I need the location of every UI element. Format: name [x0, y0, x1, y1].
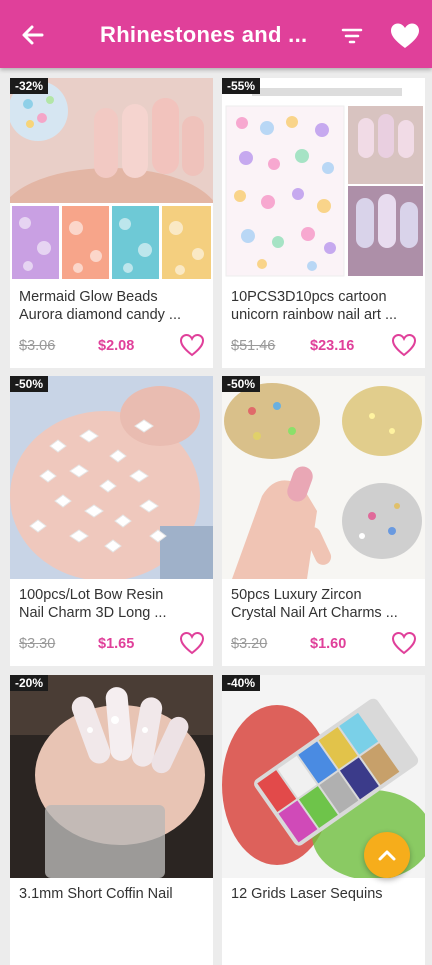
- product-name: 10PCS3D10pcs cartoon unicorn rainbow nai…: [231, 289, 398, 323]
- sale-price: $23.16: [310, 338, 355, 354]
- product-card[interactable]: -40% 12 Grids Laser Sequins: [222, 675, 425, 965]
- product-card[interactable]: -50% 100pcs/Lot Bow Resin Nail Charm 3D …: [10, 376, 213, 666]
- product-image: [222, 78, 425, 281]
- product-image: [10, 675, 213, 878]
- filter-icon[interactable]: [340, 24, 364, 48]
- page-title: Rhinestones and ...: [100, 22, 308, 47]
- heart-outline-icon[interactable]: [179, 631, 205, 655]
- heart-outline-icon[interactable]: [179, 333, 205, 357]
- original-price: $3.30: [19, 636, 56, 652]
- product-image: [10, 376, 213, 579]
- sale-price: $1.60: [310, 636, 347, 652]
- chevron-up-icon: [378, 850, 396, 861]
- product-name: 12 Grids Laser Sequins: [231, 886, 383, 902]
- discount-badge: -55%: [222, 78, 261, 94]
- product-name: 50pcs Luxury Zircon Crystal Nail Art Cha…: [231, 587, 398, 621]
- product-card[interactable]: -50% 50pcs Luxury Zircon Crystal Nail Ar…: [222, 376, 425, 666]
- original-price: $51.46: [231, 338, 276, 354]
- sale-price: $2.08: [98, 338, 135, 354]
- discount-badge: -40%: [222, 675, 261, 691]
- product-card[interactable]: -55% 10PCS3D10pcs cartoon unicorn rainbo…: [222, 78, 425, 368]
- product-card[interactable]: -20% 3.1mm Short Coffin Nail: [10, 675, 213, 965]
- scroll-to-top-button[interactable]: [364, 832, 410, 878]
- discount-badge: -50%: [222, 376, 261, 392]
- app-bar: Rhinestones and ...: [0, 0, 432, 68]
- heart-outline-icon[interactable]: [391, 333, 417, 357]
- discount-badge: -20%: [10, 675, 49, 691]
- product-name: Mermaid Glow Beads Aurora diamond candy …: [19, 289, 182, 323]
- heart-icon[interactable]: [390, 22, 420, 50]
- discount-badge: -32%: [10, 78, 49, 94]
- product-grid: -32% Mermaid Glow Beads Aurora diamond c…: [0, 68, 432, 965]
- product-name: 100pcs/Lot Bow Resin Nail Charm 3D Long …: [19, 587, 167, 621]
- sale-price: $1.65: [98, 636, 135, 652]
- heart-outline-icon[interactable]: [391, 631, 417, 655]
- original-price: $3.06: [19, 338, 56, 354]
- arrow-left-icon[interactable]: [18, 20, 48, 50]
- product-image: [10, 78, 213, 281]
- product-name: 3.1mm Short Coffin Nail: [19, 886, 173, 902]
- product-image: [222, 376, 425, 579]
- product-card[interactable]: -32% Mermaid Glow Beads Aurora diamond c…: [10, 78, 213, 368]
- original-price: $3.20: [231, 636, 268, 652]
- discount-badge: -50%: [10, 376, 49, 392]
